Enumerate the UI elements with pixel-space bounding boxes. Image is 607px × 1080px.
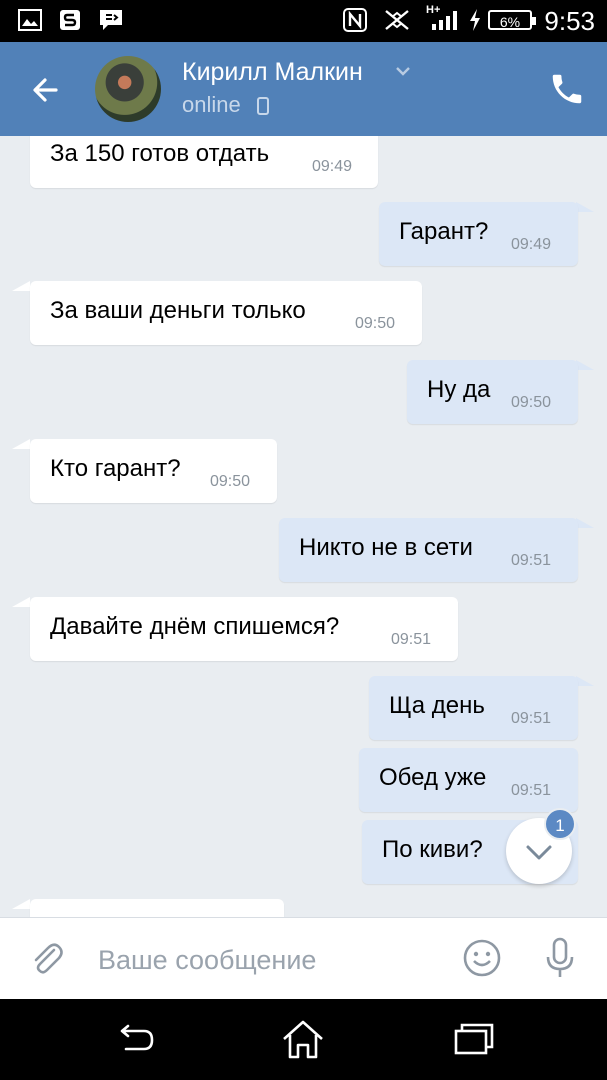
bubble-tail bbox=[576, 518, 594, 528]
message-time: 09:51 bbox=[391, 631, 432, 648]
message-time: 09:51 bbox=[511, 782, 552, 799]
message-incoming[interactable]: Давайте днём спишемся? 09:51 bbox=[30, 597, 458, 661]
message-time: 09:49 bbox=[312, 158, 353, 175]
nav-home-button[interactable] bbox=[280, 1017, 326, 1063]
call-button[interactable] bbox=[548, 70, 586, 108]
back-button[interactable] bbox=[24, 68, 68, 112]
message-outgoing[interactable]: Никто не в сети 09:51 bbox=[279, 518, 578, 582]
message-composer bbox=[0, 917, 607, 999]
voice-record-button[interactable] bbox=[540, 936, 580, 980]
message-time: 09:51 bbox=[511, 710, 552, 727]
bubble-tail bbox=[576, 202, 594, 212]
message-input[interactable] bbox=[96, 938, 450, 982]
signal-icon: H+ bbox=[426, 4, 462, 32]
smile-icon bbox=[463, 939, 501, 977]
home-icon bbox=[283, 1020, 323, 1059]
network-type-label: H+ bbox=[426, 4, 441, 16]
message-outgoing[interactable]: Ща день 09:51 bbox=[369, 676, 578, 740]
unread-count-badge: 1 bbox=[544, 808, 576, 840]
paperclip-icon bbox=[34, 943, 63, 974]
message-time: 09:50 bbox=[355, 315, 396, 332]
bubble-tail bbox=[576, 676, 594, 686]
message-incoming[interactable]: За ваши деньги только 09:50 bbox=[30, 281, 422, 345]
bubble-tail bbox=[12, 899, 30, 909]
message-incoming[interactable]: Кто гарант? 09:50 bbox=[30, 439, 277, 503]
contact-name[interactable]: Кирилл Малкин bbox=[182, 58, 363, 87]
bubble-tail bbox=[12, 281, 30, 291]
bubble-tail bbox=[576, 360, 594, 370]
message-text: Никто не в сети bbox=[299, 534, 473, 561]
message-notification-icon bbox=[98, 8, 124, 32]
attach-button[interactable] bbox=[26, 938, 68, 980]
message-incoming-partial[interactable] bbox=[30, 899, 284, 917]
status-bar: H+ 6% 9:53 bbox=[0, 0, 607, 42]
nav-recent-apps-button[interactable] bbox=[450, 1017, 496, 1063]
message-list[interactable]: За 150 готов отдать 09:49 Гарант? 09:49 … bbox=[0, 136, 607, 917]
message-text: Ща день bbox=[389, 692, 485, 719]
bubble-tail bbox=[12, 597, 30, 607]
message-time: 09:51 bbox=[511, 552, 552, 569]
recent-apps-icon bbox=[454, 1023, 494, 1055]
avatar[interactable] bbox=[95, 56, 161, 122]
message-text: Гарант? bbox=[399, 218, 489, 245]
nav-back-button[interactable] bbox=[112, 1017, 158, 1063]
message-time: 09:49 bbox=[511, 236, 552, 253]
battery-indicator: 6% bbox=[488, 10, 536, 30]
arrow-left-icon bbox=[33, 78, 58, 102]
message-text: За 150 готов отдать bbox=[50, 140, 270, 167]
message-outgoing[interactable]: Гарант? 09:49 bbox=[379, 202, 578, 266]
bubble-tail bbox=[12, 439, 30, 449]
emoji-button[interactable] bbox=[462, 938, 502, 978]
phone-icon bbox=[552, 74, 582, 104]
message-text: Кто гарант? bbox=[50, 455, 181, 482]
back-icon bbox=[120, 1024, 154, 1051]
message-time: 09:50 bbox=[511, 394, 552, 411]
charging-icon bbox=[468, 8, 482, 32]
nfc-icon bbox=[342, 8, 368, 32]
message-text: Ну да bbox=[427, 376, 491, 403]
message-outgoing[interactable]: Обед уже 09:51 bbox=[359, 748, 578, 812]
mobile-device-icon bbox=[257, 97, 269, 115]
online-status: online bbox=[182, 92, 241, 117]
message-text: Обед уже bbox=[379, 764, 487, 791]
gallery-notification-icon bbox=[18, 8, 42, 32]
microphone-icon bbox=[546, 937, 574, 977]
message-text: По киви? bbox=[382, 836, 483, 863]
message-outgoing[interactable]: Ну да 09:50 bbox=[407, 360, 578, 424]
chat-header: Кирилл Малкин online bbox=[0, 42, 607, 136]
system-nav-bar bbox=[0, 999, 607, 1080]
chevron-down-icon[interactable] bbox=[395, 64, 411, 78]
message-text: Давайте днём спишемся? bbox=[50, 613, 340, 640]
clock: 9:53 bbox=[544, 6, 595, 36]
message-text: За ваши деньги только bbox=[50, 297, 306, 324]
message-time: 09:50 bbox=[210, 473, 251, 490]
app-notification-icon bbox=[58, 8, 82, 32]
message-incoming[interactable]: За 150 готов отдать 09:49 bbox=[30, 136, 378, 188]
vibrate-off-icon bbox=[382, 8, 412, 32]
